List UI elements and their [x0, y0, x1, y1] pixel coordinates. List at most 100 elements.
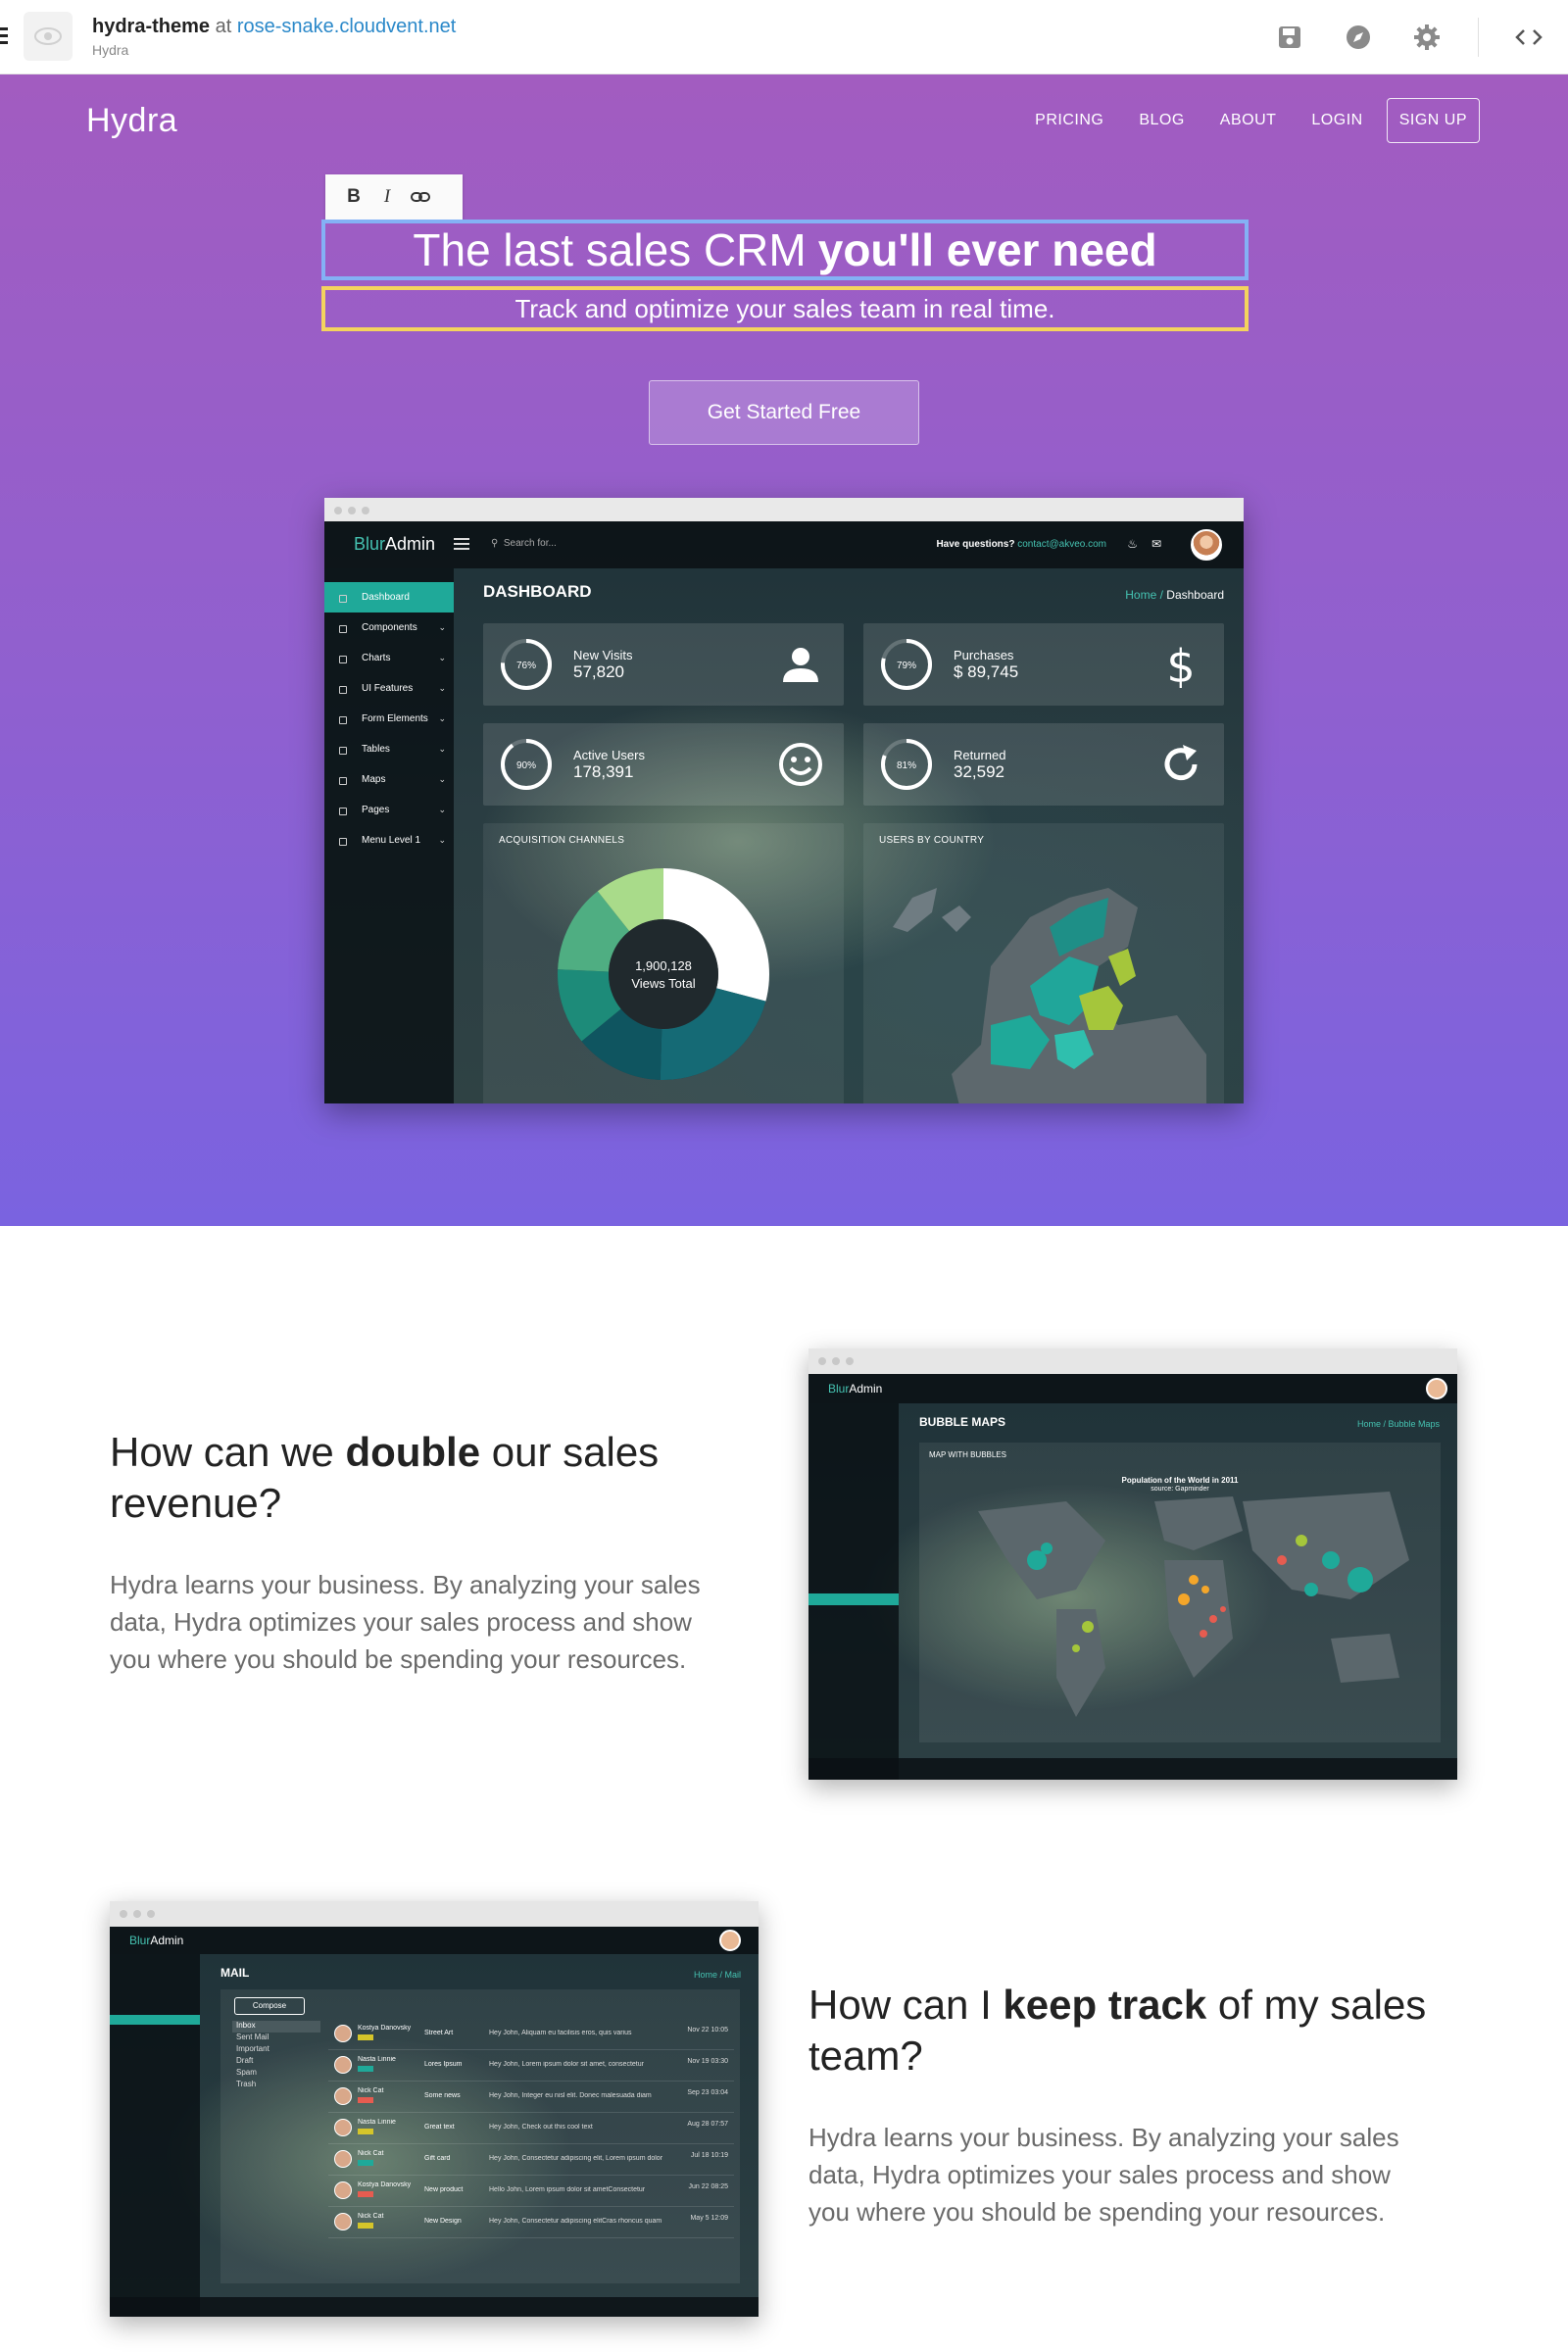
signup-button[interactable]: SIGN UP	[1386, 98, 1480, 143]
mail-folder: Important	[236, 2044, 270, 2053]
mail-subject: New product	[424, 2186, 464, 2193]
mail-subject: Great text	[424, 2124, 455, 2131]
mail-row: Nasta Linnie Great text Hey John, Check ou…	[328, 2113, 734, 2144]
progress-ring: 90%	[501, 739, 552, 790]
mini-logo: BlurAdmin	[828, 1382, 883, 1396]
mail-date: May 5 12:09	[690, 2215, 728, 2222]
toolbar-divider	[1478, 18, 1479, 57]
feature2-heading: How can I keep track of my sales team?	[808, 1982, 1427, 2079]
main-nav: PRICING BLOG ABOUT LOGIN SIGN UP	[1000, 98, 1480, 143]
mail-subject: Lores Ipsum	[424, 2061, 463, 2068]
mini-sidebar-active	[808, 1593, 899, 1605]
mail-from: Kostya Danovsky	[358, 2025, 412, 2032]
avatar	[1426, 1378, 1447, 1399]
avatar	[334, 2025, 352, 2042]
avatar	[334, 2181, 352, 2199]
mail-preview: Hey John, Aliquam eu facilisis eros, qui…	[489, 2030, 632, 2036]
mail-tag	[358, 2160, 373, 2166]
stat-label: New Visits	[573, 648, 633, 662]
mail-row: Nick Cat Gift card Hey John, Consectetur a…	[328, 2144, 734, 2176]
dollar-icon: $	[1166, 641, 1195, 688]
nav-pricing[interactable]: PRICING	[1035, 112, 1103, 129]
mini-breadcrumb: Home / Bubble Maps	[1356, 1419, 1440, 1429]
bold-button[interactable]: B	[339, 182, 368, 212]
site-thumbnail[interactable]	[24, 12, 73, 61]
mail-row: Kostya Danovsky New product Hello John, Lo…	[328, 2176, 734, 2207]
avatar	[334, 2213, 352, 2230]
gear-icon[interactable]	[1411, 22, 1443, 53]
stat-value: 32,592	[954, 762, 1004, 781]
user-icon	[783, 648, 818, 682]
mini-page-title: BUBBLE MAPS	[919, 1415, 1006, 1429]
nav-about[interactable]: ABOUT	[1220, 112, 1277, 129]
nav-login[interactable]: LOGIN	[1311, 112, 1362, 129]
avatar	[719, 1930, 741, 1951]
acquisition-donut: 1,900,128 Views Total	[558, 868, 769, 1080]
mail-folders: Inbox Sent Mail Important Draft Spam Tra…	[232, 2021, 320, 2091]
mini-sidebar	[808, 1403, 899, 1780]
svg-text:$: $	[1166, 641, 1195, 688]
mail-subject: Gift card	[424, 2155, 451, 2162]
stat-label: Active Users	[573, 748, 645, 762]
svg-text:90%: 90%	[516, 760, 536, 771]
app-sidebar-item: Tables ⌄	[324, 734, 454, 764]
link-icon[interactable]	[406, 182, 435, 212]
mail-from: Nick Cat	[358, 2087, 384, 2094]
app-breadcrumb: Home / Dashboard	[1125, 588, 1224, 602]
avatar	[334, 2087, 352, 2105]
app-menu-icon	[454, 538, 469, 553]
mail-from: Nasta Linnie	[358, 2056, 396, 2063]
mini-footer	[110, 2297, 759, 2317]
hero-subheadline[interactable]: Track and optimize your sales team in re…	[321, 286, 1249, 331]
mail-subject: Some news	[424, 2092, 461, 2099]
mail-list: Kostya Danovsky Street Art Hey John, Aliqu…	[328, 2019, 734, 2238]
app-logo: BlurAdmin	[354, 534, 436, 554]
mail-from: Nick Cat	[358, 2150, 384, 2157]
country-panel: USERS BY COUNTRY	[863, 823, 1224, 1103]
mail-date: Nov 19 03:30	[687, 2058, 728, 2065]
code-icon[interactable]	[1513, 22, 1544, 53]
mail-tag	[358, 2034, 373, 2040]
mail-preview: Hello John, Lorem ipsum dolor sit ametCo…	[489, 2186, 646, 2193]
nav-blog[interactable]: BLOG	[1139, 112, 1184, 129]
mail-tag	[358, 2223, 373, 2229]
brand-logo[interactable]: Hydra	[86, 102, 177, 140]
mail-date: Jul 18 10:19	[690, 2152, 728, 2159]
hero-headline[interactable]: The last sales CRM you'll ever need	[321, 220, 1249, 280]
progress-ring: 81%	[881, 739, 932, 790]
app-sidebar-item: Menu Level 1 ⌄	[324, 825, 454, 856]
app-topbar: BlurAdmin ⚲ Search for... Have questions…	[324, 521, 1244, 568]
mail-folder: Inbox	[232, 2021, 320, 2033]
dashboard-app: BlurAdmin ⚲ Search for... Have questions…	[324, 521, 1244, 1103]
feature1-heading: How can we double our sales revenue?	[110, 1429, 660, 1526]
avatar	[334, 2119, 352, 2136]
mail-tag	[358, 2129, 373, 2134]
progress-ring: 76%	[501, 639, 552, 690]
italic-button[interactable]: I	[372, 182, 402, 212]
stat-label: Returned	[954, 748, 1006, 762]
progress-ring: 79%	[881, 639, 932, 690]
mail-row: Nasta Linnie Lores Ipsum Hey John, Lorem i…	[328, 2050, 734, 2082]
headline-bold: you'll ever need	[817, 224, 1157, 275]
stat-value: 178,391	[573, 762, 634, 781]
mail-preview: Hey John, Check out this cool text	[489, 2124, 593, 2131]
bell-icon: ♨	[1127, 537, 1138, 551]
compass-icon[interactable]	[1343, 22, 1374, 53]
app-search: ⚲ Search for...	[491, 538, 557, 549]
mail-from: Nick Cat	[358, 2213, 384, 2220]
site-name: hydra-theme	[92, 16, 211, 37]
app-sidebar-item: Pages ⌄	[324, 795, 454, 825]
app-help-text: Have questions? contact@akveo.com	[936, 539, 1106, 550]
menu-icon[interactable]	[0, 27, 8, 48]
acquisition-panel: ACQUISITION CHANNELS 1,900,128 Views Tot…	[483, 823, 844, 1103]
mail-subject: Street Art	[424, 2030, 454, 2036]
mail-preview: Hey John, Consectetur adipiscing elitCra…	[489, 2218, 662, 2225]
save-icon[interactable]	[1274, 22, 1305, 53]
window-chrome	[110, 1901, 759, 1927]
feature1-body: Hydra learns your business. By analyzing…	[110, 1570, 701, 1674]
app-sidebar-item: Components ⌄	[324, 612, 454, 643]
get-started-button[interactable]: Get Started Free	[649, 380, 919, 445]
site-domain-link[interactable]: rose-snake.cloudvent.net	[237, 16, 456, 37]
mail-from: Kostya Danovsky	[358, 2181, 412, 2188]
country-title: USERS BY COUNTRY	[879, 835, 985, 846]
